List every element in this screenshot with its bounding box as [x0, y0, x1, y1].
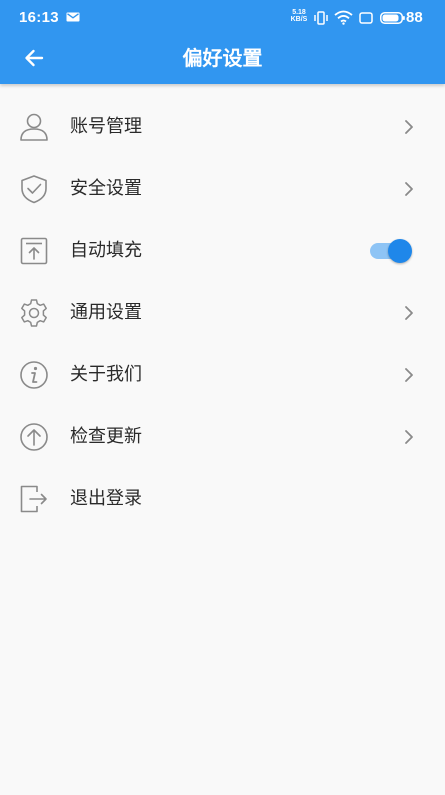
network-speed: 5.18 KB/S	[288, 9, 310, 23]
status-bar: 16:13 5.18 KB/S 88	[0, 0, 445, 32]
menu-item-check-update[interactable]: 检查更新	[0, 406, 445, 468]
menu-item-security[interactable]: 安全设置	[0, 158, 445, 220]
menu-item-about[interactable]: 关于我们	[0, 344, 445, 406]
autofill-toggle[interactable]	[368, 238, 414, 264]
logout-icon	[18, 483, 50, 515]
menu-item-account[interactable]: 账号管理	[0, 96, 445, 158]
menu-item-general[interactable]: 通用设置	[0, 282, 445, 344]
menu-item-label: 检查更新	[70, 426, 142, 447]
wifi-icon	[334, 10, 353, 25]
battery-icon	[380, 12, 405, 24]
menu-item-label: 账号管理	[70, 116, 142, 137]
chevron-right-icon	[405, 368, 413, 382]
menu-item-label: 安全设置	[70, 178, 142, 199]
shield-check-icon	[18, 173, 50, 205]
vibrate-icon	[314, 11, 328, 25]
network-speed-unit: KB/S	[290, 16, 308, 23]
message-icon	[66, 12, 80, 22]
app-bar: 偏好设置	[0, 32, 445, 84]
settings-menu: 账号管理 安全设置 自动填充 通用设置 关于我们 检查更新 退出登录	[0, 96, 445, 530]
menu-item-label: 退出登录	[70, 488, 142, 509]
chevron-right-icon	[405, 182, 413, 196]
chevron-right-icon	[405, 120, 413, 134]
gear-icon	[18, 297, 50, 329]
arrow-up-circle-icon	[18, 421, 50, 453]
menu-item-autofill: 自动填充	[0, 220, 445, 282]
menu-item-label: 关于我们	[70, 364, 142, 385]
toggle-thumb	[388, 239, 412, 263]
menu-item-label: 通用设置	[70, 302, 142, 323]
info-icon	[18, 359, 50, 391]
back-button[interactable]	[14, 38, 54, 78]
menu-item-logout[interactable]: 退出登录	[0, 468, 445, 530]
status-time: 16:13	[19, 9, 59, 26]
chevron-right-icon	[405, 306, 413, 320]
top-bar: 16:13 5.18 KB/S 88 偏好设置	[0, 0, 445, 84]
network-speed-value: 5.18	[292, 9, 306, 16]
battery-level: 88	[406, 9, 423, 26]
page-title: 偏好设置	[182, 46, 263, 70]
upload-box-icon	[18, 235, 50, 267]
menu-item-label: 自动填充	[70, 240, 142, 261]
chevron-right-icon	[405, 430, 413, 444]
user-icon	[18, 111, 50, 143]
arrow-left-icon	[25, 49, 44, 67]
screen-icon	[359, 12, 373, 24]
